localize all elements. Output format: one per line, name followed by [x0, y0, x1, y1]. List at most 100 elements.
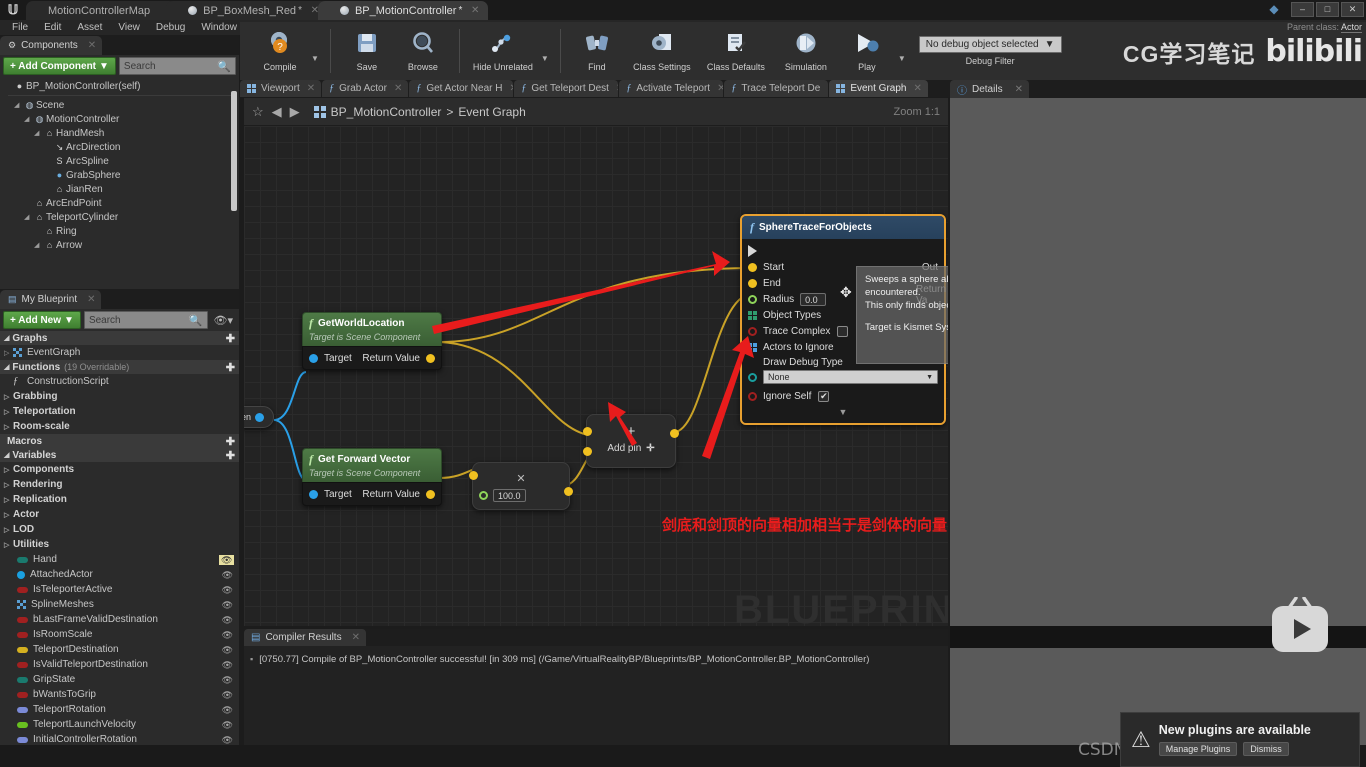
- add-component-button[interactable]: + Add Component ▼: [3, 57, 116, 75]
- simulation-button[interactable]: Simulation: [773, 25, 839, 77]
- component-tree-item[interactable]: ◢ ⌂ TeleportCylinder: [0, 210, 239, 224]
- asset-tab-bp-motioncontroller[interactable]: BP_MotionController * ✕: [317, 1, 489, 20]
- compile-dropdown-caret[interactable]: ▼: [308, 54, 322, 63]
- target-input-pin[interactable]: [309, 353, 318, 363]
- expand-arrow-icon[interactable]: ▷: [4, 496, 13, 504]
- add-pin-plus-icon[interactable]: ✛: [646, 443, 654, 454]
- manage-plugins-button[interactable]: Manage Plugins: [1158, 742, 1238, 756]
- maximize-button[interactable]: □: [1316, 1, 1339, 17]
- eye-visibility-icon[interactable]: 👁: [219, 735, 233, 745]
- class-defaults-button[interactable]: Class Defaults: [699, 25, 773, 77]
- expand-arrow-icon[interactable]: ▷: [4, 541, 13, 549]
- component-tree-item[interactable]: ⌂ ArcEndPoint: [0, 196, 239, 210]
- myblueprint-item[interactable]: ▷ Utilities: [0, 537, 239, 552]
- doc-tab-event-graph[interactable]: Event Graph ✕: [829, 80, 928, 97]
- close-icon[interactable]: ✕: [307, 83, 315, 94]
- section-add-button[interactable]: ✚: [226, 435, 235, 448]
- add-input-pin-b[interactable]: [583, 447, 592, 456]
- node-fragment-jianren[interactable]: n Ren: [244, 406, 274, 428]
- breadcrumb-leaf[interactable]: Event Graph: [458, 105, 525, 119]
- class-settings-button[interactable]: Class Settings: [625, 25, 699, 77]
- radius-input-pin[interactable]: [748, 294, 757, 304]
- expand-arrow-icon[interactable]: ▷: [4, 526, 13, 534]
- project-tab-motioncontrollermap[interactable]: MotionControllerMap: [26, 1, 177, 20]
- myblueprint-item[interactable]: ▷ Components: [0, 462, 239, 477]
- myblueprint-item[interactable]: SplineMeshes 👁: [0, 597, 239, 612]
- section-collapse-icon[interactable]: ◢: [4, 334, 9, 342]
- myblueprint-item[interactable]: ▷ Rendering: [0, 477, 239, 492]
- tab-details[interactable]: ⓘ Details ✕: [950, 80, 1029, 98]
- ignore-self-input-pin[interactable]: [748, 391, 757, 401]
- expand-arrow-icon[interactable]: ◢: [14, 101, 23, 109]
- multiply-output-pin[interactable]: [564, 487, 573, 496]
- hide-unrelated-button[interactable]: Hide Unrelated: [468, 25, 538, 77]
- video-play-badge[interactable]: [1272, 597, 1328, 652]
- draw-debug-type-select[interactable]: None ▼: [763, 370, 938, 384]
- eye-visibility-icon[interactable]: 👁: [219, 554, 235, 565]
- section-collapse-icon[interactable]: ◢: [4, 363, 9, 371]
- close-icon[interactable]: ✕: [88, 40, 96, 51]
- actors-to-ignore-input-pin[interactable]: [748, 342, 757, 352]
- start-input-pin[interactable]: [748, 262, 757, 272]
- play-dropdown-caret[interactable]: ▼: [895, 54, 909, 63]
- myblueprint-item[interactable]: IsRoomScale 👁: [0, 627, 239, 642]
- doc-tab-get-actor-near-h[interactable]: ƒ Get Actor Near H ✕: [409, 80, 514, 97]
- object-types-input-pin[interactable]: [748, 310, 757, 320]
- myblueprint-item[interactable]: ▷ EventGraph: [0, 345, 239, 360]
- asset-tab-bp-boxmesh-red[interactable]: BP_BoxMesh_Red * ✕: [166, 1, 328, 20]
- section-add-button[interactable]: ✚: [226, 449, 235, 462]
- doc-tab-grab-actor[interactable]: ƒ Grab Actor ✕: [322, 80, 409, 97]
- eye-visibility-icon[interactable]: 👁: [219, 570, 233, 580]
- myblueprint-section-variables[interactable]: ◢ Variables ✚: [0, 448, 239, 462]
- expand-arrow-icon[interactable]: ▷: [4, 408, 13, 416]
- myblueprint-item[interactable]: TeleportLaunchVelocity 👁: [0, 717, 239, 732]
- add-input-pin-a[interactable]: [583, 427, 592, 436]
- tab-my-blueprint[interactable]: ▤ My Blueprint ✕: [0, 290, 102, 309]
- multiply-value-field[interactable]: 100.0: [493, 489, 526, 502]
- eye-visibility-icon[interactable]: 👁: [219, 615, 233, 625]
- myblueprint-item[interactable]: GripState 👁: [0, 672, 239, 687]
- expand-arrow-icon[interactable]: ◢: [34, 129, 43, 137]
- expand-arrow-icon[interactable]: ▷: [4, 393, 13, 401]
- myblueprint-item[interactable]: TeleportRotation 👁: [0, 702, 239, 717]
- section-add-button[interactable]: ✚: [226, 332, 235, 345]
- save-button[interactable]: Save: [339, 25, 395, 77]
- component-tree-item[interactable]: S ArcSpline: [0, 154, 239, 168]
- menu-asset[interactable]: Asset: [69, 20, 110, 35]
- close-icon[interactable]: ✕: [616, 83, 618, 94]
- myblueprint-item[interactable]: ▷ Actor: [0, 507, 239, 522]
- plugin-toast-notification[interactable]: ⚠ New plugins are available Manage Plugi…: [1120, 712, 1360, 767]
- browse-button[interactable]: Browse: [395, 25, 451, 77]
- dismiss-button[interactable]: Dismiss: [1243, 742, 1289, 756]
- minimize-button[interactable]: –: [1291, 1, 1314, 17]
- close-icon[interactable]: ✕: [717, 83, 723, 94]
- close-icon[interactable]: ✕: [352, 632, 360, 643]
- expand-arrow-icon[interactable]: ▷: [4, 466, 13, 474]
- eye-visibility-icon[interactable]: 👁: [219, 705, 233, 715]
- node-expand-caret[interactable]: ▼: [742, 407, 944, 417]
- eye-visibility-icon[interactable]: 👁: [219, 600, 233, 610]
- myblueprint-item[interactable]: AttachedActor 👁: [0, 567, 239, 582]
- myblueprint-section-functions[interactable]: ◢ Functions (19 Overridable) ✚: [0, 360, 239, 374]
- component-tree-item[interactable]: ⌂ Ring: [0, 224, 239, 238]
- expand-arrow-icon[interactable]: ◢: [24, 115, 33, 123]
- myblueprint-search-input[interactable]: Search 🔍: [83, 311, 208, 329]
- component-tree-item[interactable]: ⌂ JianRen: [0, 182, 239, 196]
- expand-arrow-icon[interactable]: ▷: [4, 481, 13, 489]
- forward-arrow-icon[interactable]: ▶: [290, 104, 300, 120]
- end-input-pin[interactable]: [748, 278, 757, 288]
- graph-canvas[interactable]: BLUEPRINT n Ren: [244, 126, 948, 626]
- component-tree-item[interactable]: ◢ ⌂ Arrow: [0, 238, 239, 252]
- myblueprint-item[interactable]: bWantsToGrip 👁: [0, 687, 239, 702]
- myblueprint-item[interactable]: ▷ Grabbing: [0, 389, 239, 404]
- myblueprint-item[interactable]: bLastFrameValidDestination 👁: [0, 612, 239, 627]
- expand-arrow-icon[interactable]: ◢: [24, 213, 33, 221]
- doc-tab-activate-teleport[interactable]: ƒ Activate Teleport ✕: [619, 80, 724, 97]
- components-search-input[interactable]: Search 🔍: [118, 57, 236, 75]
- eye-visibility-toggle[interactable]: 👁▾: [211, 314, 237, 327]
- component-tree-item[interactable]: ◢ ◍ MotionController: [0, 112, 239, 126]
- component-tree-item[interactable]: ◢ ◍ Scene: [0, 98, 239, 112]
- menu-debug[interactable]: Debug: [148, 20, 193, 35]
- play-button[interactable]: Play: [839, 25, 895, 77]
- close-icon[interactable]: ✕: [87, 294, 95, 305]
